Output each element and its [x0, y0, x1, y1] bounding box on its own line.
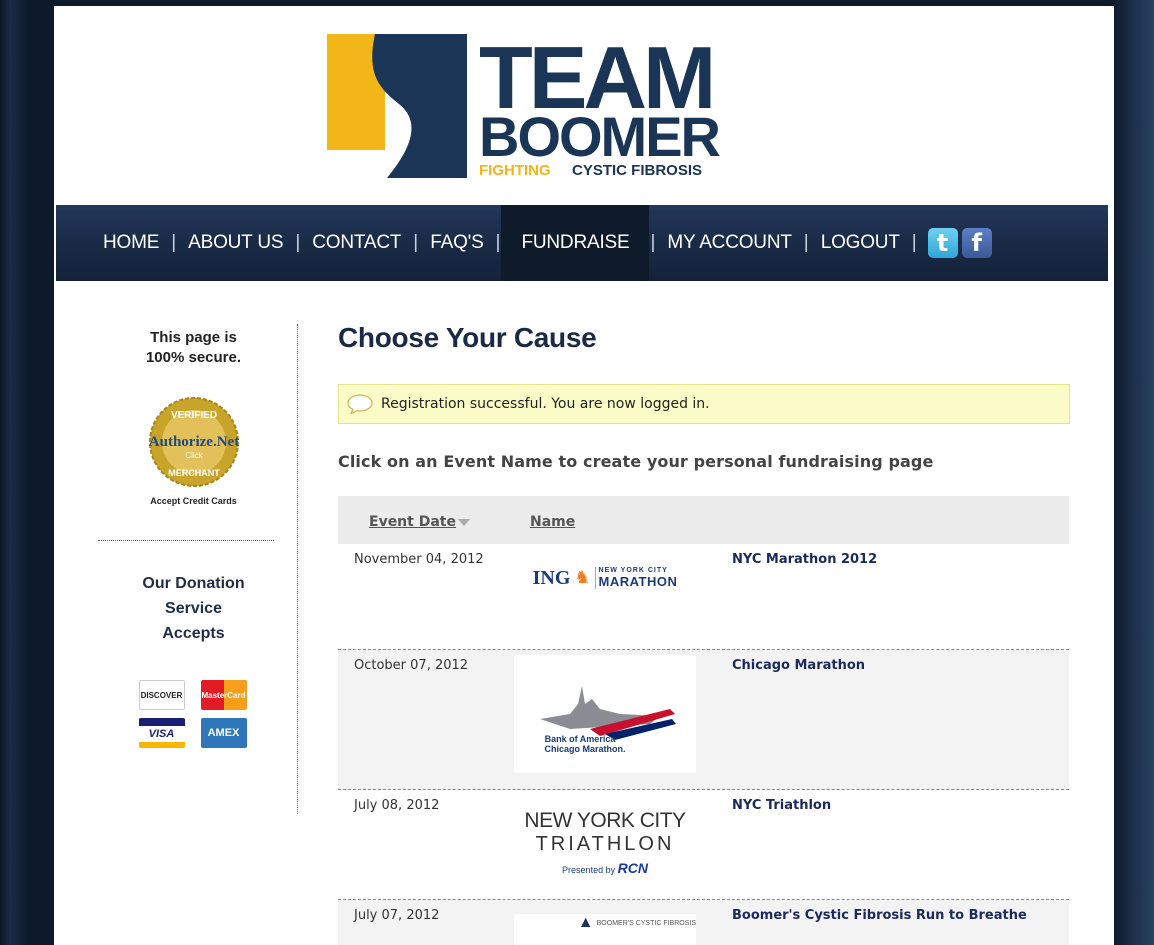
- event-logo-cell: ▲ BOOMER'S CYSTIC FIBROSIS: [514, 900, 732, 945]
- nav-separator: |: [413, 232, 419, 253]
- marathon-word: MARATHON: [598, 574, 678, 589]
- events-table: Event Date Name November 04, 2012 ING ♞ …: [338, 496, 1069, 945]
- donation-line2: Service: [165, 600, 222, 617]
- triathlon-text: TRIATHLON: [535, 832, 675, 855]
- bofa-text: Bank of America: [544, 734, 616, 744]
- event-name-link[interactable]: Chicago Marathon: [732, 650, 865, 789]
- nav-separator: |: [171, 232, 177, 253]
- nav-separator: |: [495, 232, 501, 253]
- seal-click: Click: [185, 451, 203, 460]
- visa-card-icon: VISA: [138, 718, 185, 748]
- rcn-text: RCN: [617, 859, 648, 876]
- event-date: July 07, 2012: [354, 908, 440, 923]
- event-name-link[interactable]: NYC Marathon 2012: [732, 544, 877, 649]
- event-date: October 07, 2012: [354, 658, 469, 673]
- nyc-text: NEW YORK CITY: [524, 808, 686, 832]
- secure-line1: This page is: [150, 329, 237, 346]
- nyc-triathlon-logo[interactable]: NEW YORK CITY TRIATHLON Presented by RCN: [514, 803, 696, 881]
- donation-line1: Our Donation: [142, 575, 245, 592]
- event-name-link[interactable]: NYC Triathlon: [732, 790, 831, 899]
- page-background-right: [1110, 0, 1154, 945]
- event-name-link[interactable]: Boomer's Cystic Fibrosis Run to Breathe: [732, 900, 1027, 945]
- nav-contact[interactable]: CONTACT: [301, 205, 412, 281]
- seal-name: Authorize.Net: [148, 434, 238, 450]
- chicago-marathon-text: Chicago Marathon.: [544, 744, 626, 754]
- nav-home[interactable]: HOME: [92, 205, 170, 281]
- nav-separator: |: [911, 232, 917, 253]
- social-links: t f: [927, 228, 992, 258]
- speech-bubble-icon: [347, 394, 373, 414]
- event-logo-cell: Bank of America Chicago Marathon.: [514, 650, 732, 789]
- main-content: Choose Your Cause Registration successfu…: [338, 322, 1070, 945]
- accept-credit-cards-label: Accept Credit Cards: [150, 496, 237, 506]
- facebook-icon[interactable]: f: [961, 228, 992, 258]
- seal-bottom-text: MERCHANT: [168, 468, 220, 478]
- nav-faqs[interactable]: FAQ'S: [419, 205, 494, 281]
- event-date-header-label: Event Date: [369, 514, 456, 530]
- table-row: November 04, 2012 ING ♞ NEW YORK CITY MA…: [338, 544, 1069, 650]
- secure-notice: This page is 100% secure.: [84, 328, 297, 368]
- chicago-marathon-logo[interactable]: Bank of America Chicago Marathon.: [514, 655, 696, 773]
- event-date: July 08, 2012: [354, 798, 440, 813]
- sidebar-divider: [98, 540, 274, 541]
- authorize-net-seal[interactable]: VERIFIED Authorize.Net Click MERCHANT: [84, 396, 297, 488]
- instruction-text: Click on an Event Name to create your pe…: [338, 452, 934, 471]
- logo-line2: BOOMER: [479, 105, 721, 168]
- sidebar: This page is 100% secure. VERIFIED Autho…: [84, 324, 298, 814]
- nav-logout[interactable]: LOGOUT: [810, 205, 911, 281]
- lion-icon: ♞: [574, 567, 591, 587]
- logo-tagline-a: FIGHTING: [479, 162, 551, 178]
- presented-by-text: Presented by: [562, 864, 616, 875]
- logo-tagline-b: CYSTIC FIBROSIS: [572, 162, 702, 178]
- event-date: November 04, 2012: [354, 552, 484, 567]
- donation-service-text: Our Donation Service Accepts: [84, 571, 297, 646]
- notice-text: Registration successful. You are now log…: [381, 396, 710, 412]
- runner-icon: ▲: [577, 914, 594, 931]
- seal-top-text: VERIFIED: [170, 410, 216, 421]
- sort-down-icon: [457, 518, 470, 526]
- mastercard-icon: MasterCard: [200, 680, 247, 710]
- main-nav: HOME | ABOUT US | CONTACT | FAQ'S | FUND…: [56, 205, 1108, 281]
- page-title: Choose Your Cause: [338, 322, 597, 353]
- nyc-marathon-small: NEW YORK CITY: [598, 567, 668, 574]
- table-row: October 07, 2012 Bank of America Chicago…: [338, 650, 1069, 790]
- twitter-icon[interactable]: t: [927, 228, 958, 258]
- nav-separator: |: [295, 232, 301, 253]
- discover-card-icon: DISCOVER: [138, 680, 185, 710]
- table-row: July 07, 2012 ▲ BOOMER'S CYSTIC FIBROSIS…: [338, 900, 1069, 945]
- secure-line2: 100% secure.: [145, 349, 242, 366]
- success-notice: Registration successful. You are now log…: [338, 384, 1070, 424]
- event-date-column-header[interactable]: Event Date: [369, 514, 530, 530]
- donation-line3: Accepts: [162, 625, 225, 642]
- name-column-header[interactable]: Name: [530, 514, 575, 530]
- nav-my-account[interactable]: MY ACCOUNT: [656, 205, 802, 281]
- event-logo-cell: ING ♞ NEW YORK CITY MARATHON: [514, 544, 732, 649]
- nav-fundraise[interactable]: FUNDRAISE: [501, 205, 650, 281]
- team-boomer-logo[interactable]: TEAM BOOMER FIGHTING CYSTIC FIBROSIS: [327, 32, 824, 178]
- event-logo-cell: NEW YORK CITY TRIATHLON Presented by RCN: [514, 790, 732, 899]
- page-container: TEAM BOOMER FIGHTING CYSTIC FIBROSIS HOM…: [54, 6, 1114, 945]
- nav-separator: |: [650, 232, 656, 253]
- ing-logo-text: ING: [532, 567, 571, 589]
- nyc-marathon-logo[interactable]: ING ♞ NEW YORK CITY MARATHON: [514, 557, 696, 619]
- amex-card-icon: AMEX: [200, 718, 247, 748]
- accepted-cards: DISCOVER MasterCard VISA AMEX: [84, 680, 297, 748]
- nav-separator: |: [803, 232, 809, 253]
- table-header: Event Date Name: [338, 496, 1069, 544]
- run-to-breathe-logo[interactable]: ▲ BOOMER'S CYSTIC FIBROSIS: [514, 914, 696, 945]
- table-row: July 08, 2012 NEW YORK CITY TRIATHLON Pr…: [338, 790, 1069, 900]
- nav-about-us[interactable]: ABOUT US: [177, 205, 294, 281]
- run-to-breathe-logo-text: BOOMER'S CYSTIC FIBROSIS: [596, 920, 696, 927]
